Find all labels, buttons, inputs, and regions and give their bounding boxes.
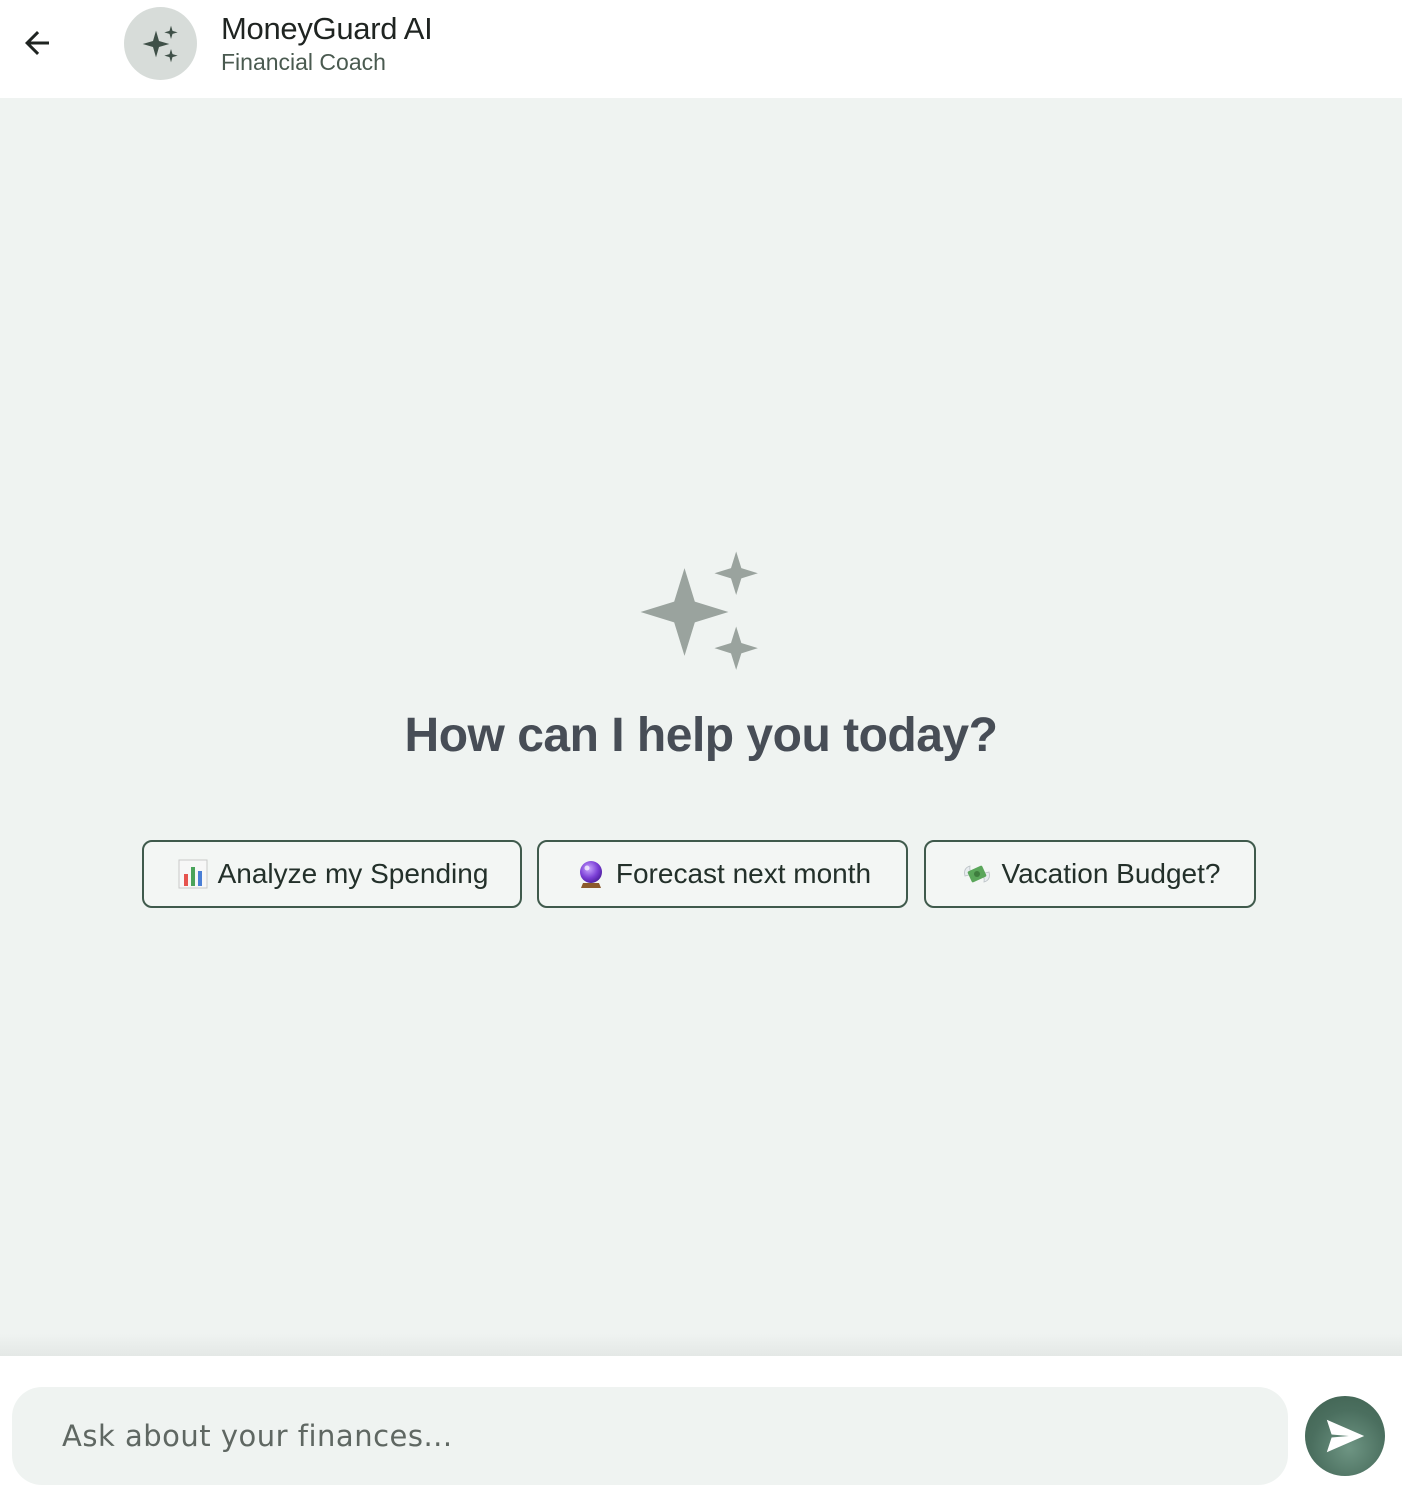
header-titles: MoneyGuard AI Financial Coach	[221, 12, 433, 76]
message-input-container[interactable]	[12, 1387, 1288, 1485]
suggestion-forecast-month[interactable]: Forecast next month	[537, 840, 908, 908]
suggestion-label: Vacation Budget?	[1001, 858, 1221, 889]
chat-screen: MoneyGuard AI Financial Coach How can I …	[0, 0, 1402, 1504]
chat-area: How can I help you today? Analyze my Spe…	[0, 98, 1402, 1356]
bar-chart-icon	[176, 857, 210, 891]
app-title: MoneyGuard AI	[221, 11, 433, 46]
avatar	[124, 7, 197, 80]
back-button[interactable]	[14, 20, 60, 66]
composer-bar	[0, 1356, 1402, 1504]
suggestion-label: Forecast next month	[615, 858, 872, 889]
sparkles-icon	[142, 25, 178, 62]
suggestion-label: Analyze my Spending	[217, 858, 489, 889]
send-icon	[1326, 1419, 1365, 1453]
scroll-fade	[0, 1334, 1402, 1356]
crystal-ball-icon	[574, 857, 608, 891]
welcome-heading: How can I help you today?	[404, 709, 998, 762]
send-button[interactable]	[1305, 1396, 1385, 1476]
arrow-left-icon	[25, 31, 49, 55]
sparkles-icon	[640, 551, 758, 670]
money-with-wings-icon	[960, 857, 994, 891]
app-header: MoneyGuard AI Financial Coach	[0, 0, 1402, 98]
app-subtitle: Financial Coach	[221, 49, 386, 75]
suggestion-analyze-spending[interactable]: Analyze my Spending	[142, 840, 522, 908]
suggestion-vacation-budget[interactable]: Vacation Budget?	[924, 840, 1256, 908]
message-input[interactable]	[62, 1419, 1288, 1453]
